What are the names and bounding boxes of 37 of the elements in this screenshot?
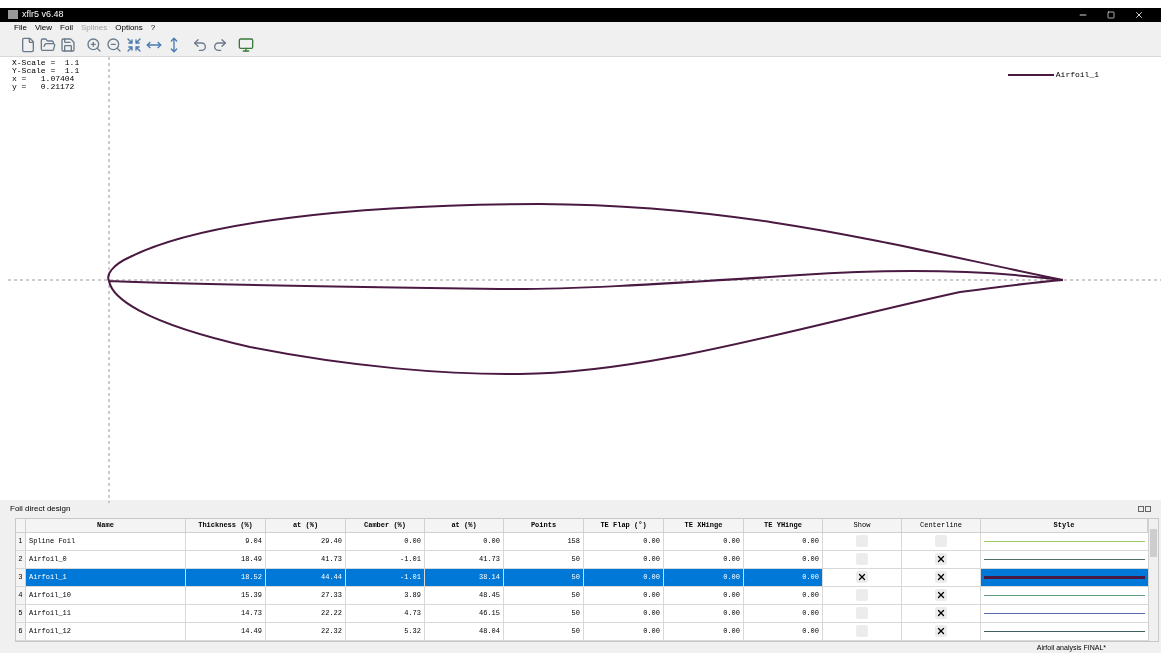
scale-readout: x = 1.07404: [12, 74, 76, 83]
undo-icon[interactable]: [192, 37, 208, 54]
float-icon[interactable]: [1138, 505, 1144, 512]
save-icon[interactable]: [60, 37, 76, 54]
line-style-swatch[interactable]: [984, 558, 1145, 560]
line-style-swatch[interactable]: [984, 612, 1145, 614]
checkbox[interactable]: [856, 571, 868, 583]
line-style-swatch[interactable]: [984, 630, 1145, 632]
scale-readout: y = 0.21172: [12, 82, 76, 91]
shrink-icon[interactable]: [126, 37, 142, 54]
app-logo-icon: [8, 10, 18, 20]
redo-icon[interactable]: [212, 37, 228, 54]
checkbox[interactable]: [935, 589, 947, 601]
restore-icon[interactable]: [1107, 10, 1115, 19]
checkbox[interactable]: [935, 625, 947, 637]
menu-item[interactable]: View: [34, 22, 53, 35]
scrollbar[interactable]: [1148, 518, 1158, 641]
line-style-swatch[interactable]: [984, 540, 1145, 542]
menu-item[interactable]: Foil: [60, 22, 73, 35]
checkbox[interactable]: [935, 553, 947, 565]
menu-item[interactable]: File: [14, 22, 27, 35]
open-folder-icon[interactable]: [40, 37, 56, 54]
panel-title: Foil direct design: [10, 502, 71, 515]
scale-readout: X-Scale = 1.1: [12, 58, 80, 67]
scale-readout: Y-Scale = 1.1: [12, 66, 80, 75]
zoom-in-icon[interactable]: [86, 37, 102, 54]
checkbox[interactable]: [935, 571, 947, 583]
line-style-swatch[interactable]: [984, 575, 1145, 579]
line-style-swatch[interactable]: [984, 594, 1145, 596]
checkbox[interactable]: [935, 607, 947, 619]
menu-item[interactable]: ?: [150, 22, 156, 35]
window-title: xflr5 v6.48: [22, 8, 64, 22]
monitor-icon[interactable]: [238, 37, 254, 54]
zoom-out-icon[interactable]: [106, 37, 122, 54]
legend-label: Airfoil_1: [1055, 68, 1099, 81]
new-file-icon[interactable]: [20, 37, 36, 54]
menu-item[interactable]: Options: [115, 22, 143, 35]
